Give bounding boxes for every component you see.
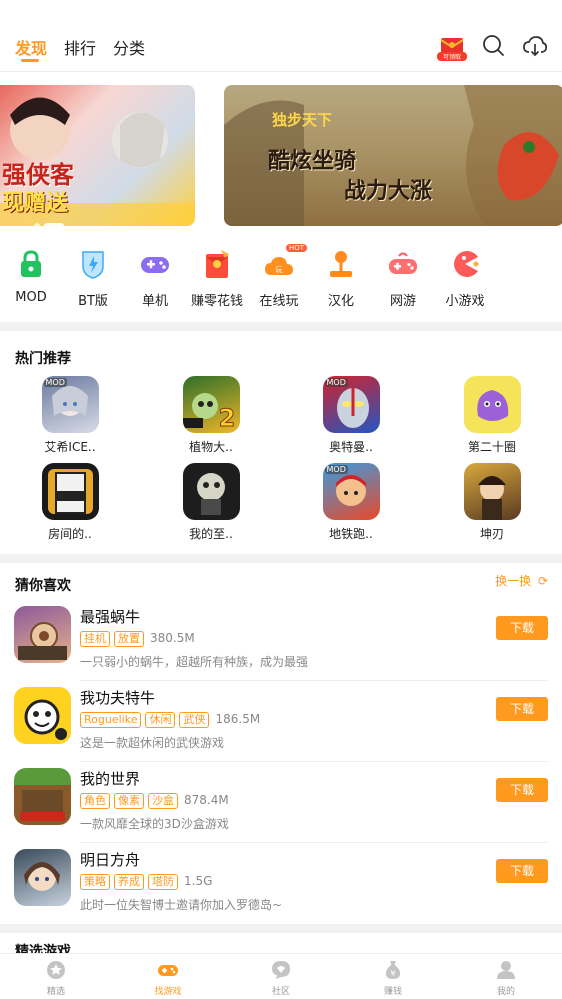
download-button[interactable]: 下载: [496, 697, 548, 721]
hot-app[interactable]: MOD 艾希ICE..: [30, 376, 110, 455]
pacman-icon: [449, 248, 481, 280]
category-online-games[interactable]: 网游: [372, 246, 434, 309]
section-divider: [0, 322, 562, 331]
cloud-play-icon: 玩 HOT: [263, 244, 307, 280]
search-icon[interactable]: [481, 33, 507, 59]
joystick-icon: [325, 248, 357, 280]
tab-ranking[interactable]: 排行: [64, 35, 96, 59]
carousel-dot-active[interactable]: [44, 223, 64, 229]
download-button[interactable]: 下载: [496, 859, 548, 883]
item-divider: [80, 761, 548, 762]
app-icon: [463, 376, 521, 433]
nav-mine[interactable]: 我的: [466, 960, 546, 997]
category-shortcuts: MOD BT版 单机 赚零花钱 玩 HOT 在线玩 汉化 网游 小游戏: [0, 244, 562, 316]
app-icon: MOD: [322, 376, 380, 433]
section-divider: [0, 554, 562, 563]
gamepad-icon: [139, 248, 171, 280]
download-icon[interactable]: [522, 33, 548, 59]
category-online[interactable]: 玩 HOT 在线玩: [248, 244, 310, 309]
app-icon: MOD: [41, 376, 99, 433]
tab-category[interactable]: 分类: [113, 35, 145, 59]
svg-text:玩: 玩: [276, 266, 283, 274]
recommend-item[interactable]: 最强蜗牛 挂机 放置 380.5M 一只弱小的蜗牛，超越所有种族，成为最强 下载: [14, 606, 548, 686]
refresh-button[interactable]: 换一换 ⟳: [495, 572, 548, 589]
bt-shield-icon: [77, 248, 109, 280]
category-mini-games[interactable]: 小游戏: [434, 246, 496, 309]
tag-list: 策略 养成 塔防 1.5G: [80, 874, 212, 890]
item-divider: [80, 842, 548, 843]
nav-community[interactable]: 社区: [241, 960, 321, 997]
banner-carousel[interactable]: 强侠客 现赠送 独步天下 酷炫坐骑 战力大涨: [0, 85, 562, 229]
tab-discover[interactable]: 发现: [15, 35, 47, 59]
app-icon: MOD: [322, 463, 380, 520]
app-page: 发现 排行 分类 可领取 强侠客 现赠送 独步天下 酷炫坐骑 战力大涨 MOD …: [0, 0, 562, 999]
section-divider: [0, 924, 562, 933]
active-tab-indicator: [21, 59, 39, 62]
nav-featured[interactable]: 精选: [16, 960, 96, 997]
hot-app[interactable]: MOD 地铁跑..: [311, 463, 391, 542]
guess-section-title: 猜你喜欢: [15, 578, 71, 594]
nav-earn[interactable]: ¥ 赚钱: [353, 960, 433, 997]
red-envelope-icon[interactable]: 可领取: [436, 32, 468, 62]
category-mod[interactable]: MOD: [0, 246, 62, 305]
money-bag-icon: ¥: [383, 960, 403, 980]
hot-app[interactable]: 坤刃: [452, 463, 532, 542]
carousel-dot[interactable]: [34, 223, 40, 229]
item-divider: [80, 680, 548, 681]
carousel-dots: [34, 214, 68, 233]
hot-app[interactable]: 2 植物大..: [171, 376, 251, 455]
hot-app[interactable]: MOD 奥特曼..: [311, 376, 391, 455]
banner-right[interactable]: 独步天下 酷炫坐骑 战力大涨: [224, 85, 562, 226]
gamepad-nav-icon: [158, 960, 178, 980]
svg-text:¥: ¥: [390, 969, 395, 978]
category-chinese[interactable]: 汉化: [310, 246, 372, 309]
svg-text:可领取: 可领取: [443, 53, 461, 61]
hot-app[interactable]: 我的至..: [171, 463, 251, 542]
nav-find-games[interactable]: 找游戏: [128, 960, 208, 997]
top-header: 发现 排行 分类 可领取: [0, 0, 562, 72]
bottom-nav: 精选 找游戏 社区 ¥ 赚钱 我的: [0, 953, 562, 999]
star-circle-icon: [46, 960, 66, 980]
recommend-item[interactable]: 我功夫特牛 Roguelike 休闲 武侠 186.5M 这是一款超休闲的武侠游戏 下…: [14, 687, 548, 767]
app-icon: [14, 687, 71, 744]
tag-list: 角色 像素 沙盒 878.4M: [80, 793, 229, 809]
tag-list: 挂机 放置 380.5M: [80, 631, 195, 647]
hot-app[interactable]: 房间的..: [30, 463, 110, 542]
user-icon: [496, 960, 516, 980]
app-icon: [182, 463, 240, 520]
lock-icon: [15, 248, 47, 280]
app-icon: 2: [182, 376, 240, 433]
category-single[interactable]: 单机: [124, 246, 186, 309]
app-icon: [14, 768, 71, 825]
hot-section-title: 热门推荐: [15, 351, 71, 367]
chat-bubble-icon: [271, 960, 291, 980]
category-bt[interactable]: BT版: [62, 246, 124, 309]
app-icon: [463, 463, 521, 520]
refresh-icon: ⟳: [537, 574, 548, 588]
recommend-item[interactable]: 我的世界 角色 像素 沙盒 878.4M 一款风靡全球的3D沙盒游戏 下载: [14, 768, 548, 848]
banner-left[interactable]: 强侠客 现赠送: [0, 85, 195, 226]
hot-app[interactable]: 第二十圈: [452, 376, 532, 455]
app-icon: [14, 849, 71, 906]
download-button[interactable]: 下载: [496, 616, 548, 640]
category-earn[interactable]: 赚零花钱: [186, 246, 248, 309]
download-button[interactable]: 下载: [496, 778, 548, 802]
controller-icon: [387, 248, 419, 280]
recommend-item[interactable]: 明日方舟 策略 养成 塔防 1.5G 此时一位失智博士邀请你加入罗德岛~ 下载: [14, 849, 548, 929]
hot-badge: HOT: [285, 244, 307, 252]
red-packet-icon: [201, 248, 233, 280]
app-icon: [41, 463, 99, 520]
tag-list: Roguelike 休闲 武侠 186.5M: [80, 712, 260, 728]
svg-text:2: 2: [218, 404, 235, 432]
app-icon: [14, 606, 71, 663]
